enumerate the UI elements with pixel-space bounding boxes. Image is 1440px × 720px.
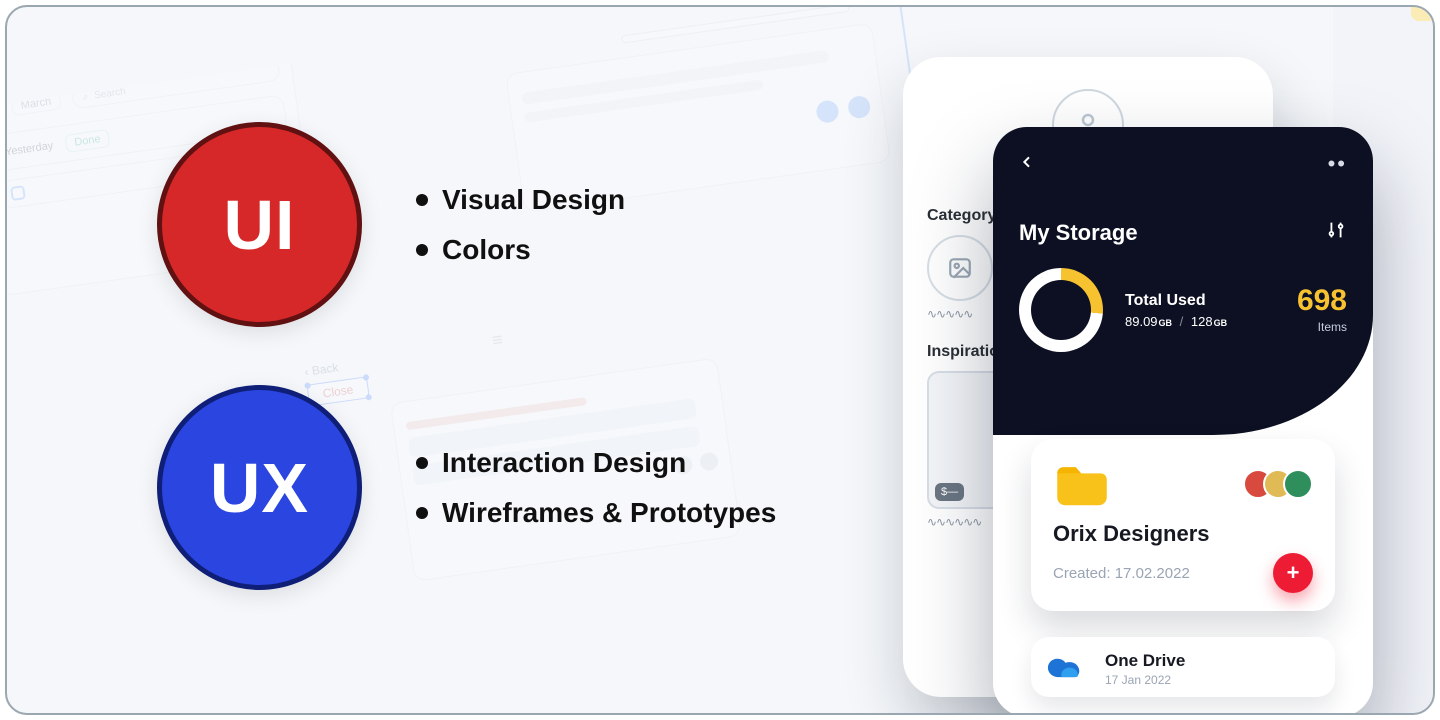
avatar bbox=[1283, 469, 1313, 499]
infographic-frame: Product App M March ⌕ Search Yesterday D… bbox=[5, 5, 1435, 715]
avatar-stack bbox=[1243, 469, 1313, 499]
more-button[interactable]: •• bbox=[1328, 151, 1347, 177]
item-count: 698 bbox=[1297, 286, 1347, 316]
ui-bullets: Visual Design Colors bbox=[416, 166, 625, 284]
category-chip bbox=[927, 235, 993, 301]
left-content: UI Visual Design Colors UX Interaction D… bbox=[157, 122, 857, 590]
phone-storage-mock: •• My Storage Total Used 89.09GB / bbox=[993, 127, 1373, 715]
ui-badge: UI bbox=[157, 122, 362, 327]
price-tag: $— bbox=[935, 483, 964, 501]
usage-text: Total Used 89.09GB / 128GB bbox=[1125, 292, 1227, 329]
bg-month-chip: March bbox=[11, 91, 62, 116]
bg-app-label: Product App bbox=[5, 39, 277, 92]
add-button[interactable]: + bbox=[1273, 553, 1313, 593]
onedrive-icon bbox=[1045, 654, 1089, 684]
drive-date: 17 Jan 2022 bbox=[1105, 673, 1185, 687]
settings-button[interactable] bbox=[1325, 219, 1347, 246]
bullet: Wireframes & Prototypes bbox=[416, 497, 776, 529]
image-icon bbox=[947, 255, 973, 281]
drive-row[interactable]: One Drive 17 Jan 2022 bbox=[1031, 637, 1335, 697]
folder-created: Created: 17.02.2022 bbox=[1053, 565, 1190, 582]
bullet: Interaction Design bbox=[416, 447, 776, 479]
notification-badge bbox=[1411, 5, 1435, 21]
back-button[interactable] bbox=[1019, 154, 1035, 175]
folder-name: Orix Designers bbox=[1053, 521, 1313, 547]
ux-bullets: Interaction Design Wireframes & Prototyp… bbox=[416, 429, 776, 547]
storage-title: My Storage bbox=[1019, 220, 1138, 246]
chevron-left-icon bbox=[1019, 154, 1035, 170]
search-icon: ⌕ bbox=[82, 91, 89, 103]
bg-done-chip: Done bbox=[64, 129, 110, 153]
folder-card[interactable]: Orix Designers Created: 17.02.2022 + bbox=[1031, 439, 1335, 611]
bullet: Colors bbox=[416, 234, 625, 266]
sliders-icon bbox=[1325, 219, 1347, 241]
avatar bbox=[1349, 5, 1383, 7]
drive-name: One Drive bbox=[1105, 651, 1185, 671]
bullet: Visual Design bbox=[416, 184, 625, 216]
ux-badge: UX bbox=[157, 385, 362, 590]
usage-ring bbox=[1019, 268, 1103, 352]
bg-yesterday: Yesterday bbox=[5, 140, 54, 159]
right-content: Category ∿∿∿∿∿ Inspiration $— ∿∿∿∿∿∿ •• bbox=[893, 5, 1393, 715]
folder-icon bbox=[1053, 461, 1111, 507]
